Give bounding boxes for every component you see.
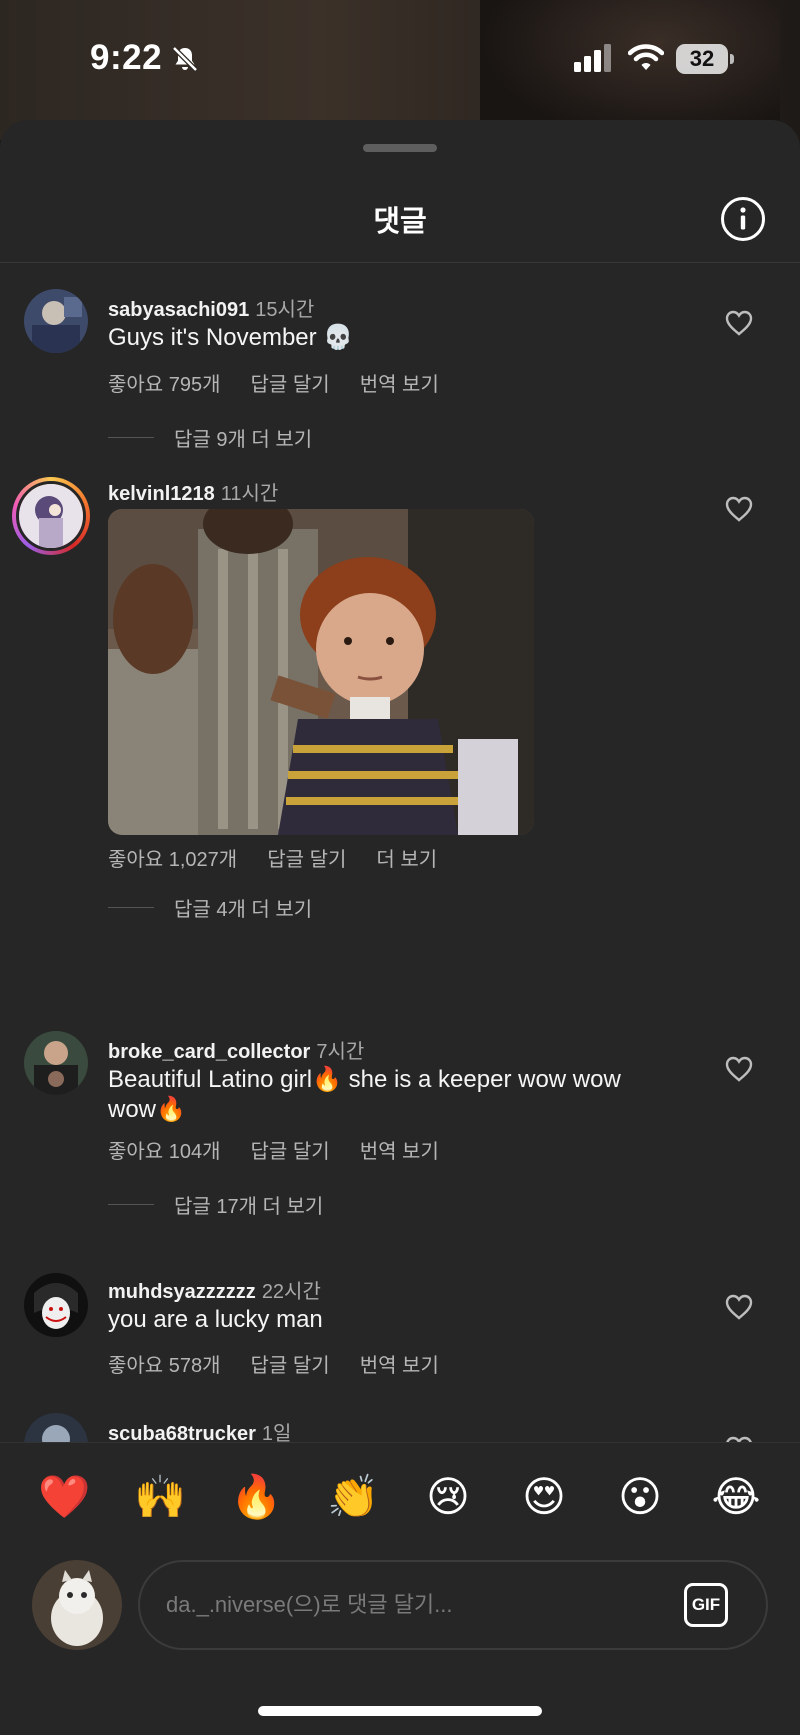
avatar-story-ring[interactable] bbox=[12, 477, 90, 555]
comment-actions: 좋아요 104개 답글 달기 번역 보기 bbox=[108, 1135, 469, 1164]
comment-input[interactable]: da._.niverse(으)로 댓글 달기... GIF bbox=[138, 1560, 768, 1650]
likes-count[interactable]: 좋아요 1,027개 bbox=[108, 849, 237, 871]
info-icon[interactable] bbox=[720, 196, 766, 242]
comment-actions: 좋아요 578개 답글 달기 번역 보기 bbox=[108, 1349, 469, 1378]
cellular-signal-icon bbox=[574, 44, 611, 72]
comment-text: Guys it's November 💀 bbox=[108, 324, 354, 351]
username[interactable]: kelvinl1218 bbox=[108, 483, 215, 505]
timestamp: 15시간 bbox=[255, 299, 315, 321]
bell-slash-icon bbox=[172, 46, 198, 72]
heart-outline-icon[interactable] bbox=[724, 495, 754, 523]
reply-button[interactable]: 답글 달기 bbox=[251, 374, 330, 396]
emoji-clap[interactable]: 👏 bbox=[327, 1472, 379, 1522]
emoji-heart-eyes[interactable]: 😍 bbox=[519, 1472, 569, 1522]
view-more-replies[interactable]: 답글 4개 더 보기 bbox=[108, 893, 312, 922]
avatar[interactable] bbox=[24, 1273, 88, 1337]
likes-count[interactable]: 좋아요 104개 bbox=[108, 1141, 221, 1163]
emoji-fire[interactable]: 🔥 bbox=[230, 1472, 282, 1522]
status-time: 9:22 bbox=[90, 38, 163, 77]
reply-line bbox=[108, 437, 154, 438]
see-more-button[interactable]: 더 보기 bbox=[376, 849, 437, 871]
heart-outline-icon[interactable] bbox=[724, 1055, 754, 1083]
wifi-icon bbox=[628, 44, 664, 70]
comment-text: Beautiful Latino girl🔥 she is a keeper w… bbox=[108, 1066, 621, 1123]
sheet-title: 댓글 bbox=[373, 206, 427, 238]
more-replies-label: 답글 9개 더 보기 bbox=[174, 429, 313, 451]
more-replies-label: 답글 4개 더 보기 bbox=[174, 899, 313, 921]
emoji-surprised[interactable]: 😮 bbox=[615, 1472, 665, 1522]
emoji-cry[interactable]: 😢 bbox=[423, 1472, 473, 1522]
avatar[interactable] bbox=[24, 1413, 88, 1443]
avatar[interactable] bbox=[24, 289, 88, 353]
timestamp: 7시간 bbox=[316, 1041, 365, 1063]
comment-composer: da._.niverse(으)로 댓글 달기... GIF bbox=[0, 1548, 800, 1668]
timestamp: 22시간 bbox=[261, 1281, 321, 1303]
translate-button[interactable]: 번역 보기 bbox=[360, 1141, 439, 1163]
timestamp: 11시간 bbox=[220, 483, 279, 505]
likes-count[interactable]: 좋아요 578개 bbox=[108, 1355, 221, 1377]
comment-text: you are a lucky man bbox=[108, 1306, 323, 1333]
emoji-heart[interactable]: ❤️ bbox=[38, 1472, 90, 1522]
comment-meta: kelvinl1218 11시간 bbox=[108, 477, 278, 506]
avatar[interactable] bbox=[24, 1031, 88, 1095]
current-user-avatar bbox=[32, 1560, 122, 1650]
battery-percent: 32 bbox=[689, 46, 715, 71]
comment-meta: muhdsyazzzzzz 22시간 bbox=[108, 1275, 321, 1304]
username[interactable]: broke_card_collector bbox=[108, 1041, 310, 1063]
comments-list[interactable]: sabyasachi091 15시간 Guys it's November 💀 좋… bbox=[0, 263, 800, 1443]
emoji-raised-hands[interactable]: 🙌 bbox=[134, 1472, 186, 1522]
sheet-grabber[interactable] bbox=[363, 144, 437, 152]
reply-button[interactable]: 답글 달기 bbox=[267, 849, 346, 871]
emoji-laugh[interactable]: 😂 bbox=[711, 1472, 761, 1522]
quick-emoji-bar: ❤️ 🙌 🔥 👏 😢 😍 😮 😂 bbox=[0, 1440, 800, 1560]
status-bar: 9:22 32 bbox=[0, 0, 800, 118]
comment-actions: 좋아요 795개 답글 달기 번역 보기 bbox=[108, 368, 469, 397]
comment-meta: broke_card_collector 7시간 bbox=[108, 1035, 364, 1064]
comment-actions: 좋아요 1,027개 답글 달기 더 보기 bbox=[108, 843, 467, 872]
comment-input-placeholder: da._.niverse(으)로 댓글 달기... bbox=[166, 1592, 453, 1617]
translate-button[interactable]: 번역 보기 bbox=[360, 1355, 439, 1377]
translate-button[interactable]: 번역 보기 bbox=[360, 374, 439, 396]
reply-button[interactable]: 답글 달기 bbox=[251, 1141, 330, 1163]
username[interactable]: muhdsyazzzzzz bbox=[108, 1281, 256, 1303]
comment-meta: sabyasachi091 15시간 bbox=[108, 293, 314, 322]
heart-outline-icon[interactable] bbox=[724, 1293, 754, 1321]
likes-count[interactable]: 좋아요 795개 bbox=[108, 374, 221, 396]
username[interactable]: sabyasachi091 bbox=[108, 299, 249, 321]
reply-line bbox=[108, 907, 154, 908]
heart-outline-icon[interactable] bbox=[724, 309, 754, 337]
reply-button[interactable]: 답글 달기 bbox=[251, 1355, 330, 1377]
gif-attachment[interactable] bbox=[108, 509, 534, 835]
reply-line bbox=[108, 1204, 154, 1205]
view-more-replies[interactable]: 답글 9개 더 보기 bbox=[108, 423, 312, 452]
home-indicator[interactable] bbox=[258, 1706, 542, 1716]
more-replies-label: 답글 17개 더 보기 bbox=[174, 1196, 324, 1218]
view-more-replies[interactable]: 답글 17개 더 보기 bbox=[108, 1190, 323, 1219]
gif-button[interactable]: GIF bbox=[684, 1583, 728, 1627]
battery-indicator: 32 bbox=[676, 44, 734, 74]
